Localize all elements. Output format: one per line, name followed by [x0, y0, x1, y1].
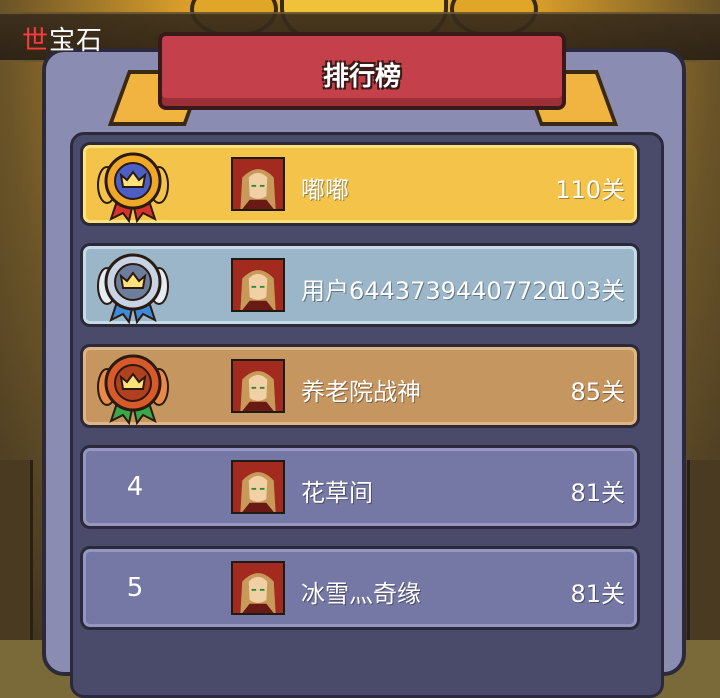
- title-ribbon: 排行榜: [158, 32, 566, 110]
- player-avatar: [231, 460, 285, 514]
- ranking-row[interactable]: 4 花草间 81关: [80, 445, 640, 529]
- player-name: 用户64437394407720: [301, 277, 563, 305]
- long-hair-warrior-portrait: [233, 260, 283, 310]
- background-lantern-left: [0, 460, 33, 640]
- background-lantern-right: [687, 460, 720, 640]
- ranking-row[interactable]: 5 冰雪灬奇缘 81关: [80, 546, 640, 630]
- player-name: 冰雪灬奇缘: [301, 580, 421, 608]
- player-level: 103关: [555, 277, 625, 305]
- player-level: 85关: [570, 378, 625, 406]
- player-name: 养老院战神: [301, 378, 421, 406]
- player-avatar: [231, 561, 285, 615]
- bronze-crown-medal-icon: [97, 354, 169, 425]
- player-avatar: [231, 258, 285, 312]
- ranking-row[interactable]: 用户64437394407720 103关: [80, 243, 640, 327]
- player-avatar: [231, 359, 285, 413]
- long-hair-warrior-portrait: [233, 563, 283, 613]
- header-title: 世宝石: [22, 20, 103, 57]
- header-title-highlight: 世: [22, 26, 50, 56]
- header-title-rest: 宝石: [49, 26, 104, 56]
- long-hair-warrior-portrait: [233, 462, 283, 512]
- ranking-row[interactable]: 养老院战神 85关: [80, 344, 640, 428]
- player-avatar: [231, 157, 285, 211]
- long-hair-warrior-portrait: [233, 159, 283, 209]
- long-hair-warrior-portrait: [233, 361, 283, 411]
- silver-crown-medal-icon: [97, 253, 169, 324]
- rank-number: 5: [126, 573, 144, 603]
- player-level: 81关: [570, 580, 625, 608]
- leaderboard-title: 排行榜: [322, 62, 401, 92]
- player-level: 110关: [555, 176, 625, 204]
- ranking-row[interactable]: 嘟嘟 110关: [80, 142, 640, 226]
- gold-crown-medal-icon: [97, 152, 169, 223]
- player-name: 嘟嘟: [301, 176, 349, 204]
- player-level: 81关: [570, 479, 625, 507]
- player-name: 花草间: [301, 479, 373, 507]
- rank-number: 4: [126, 472, 144, 502]
